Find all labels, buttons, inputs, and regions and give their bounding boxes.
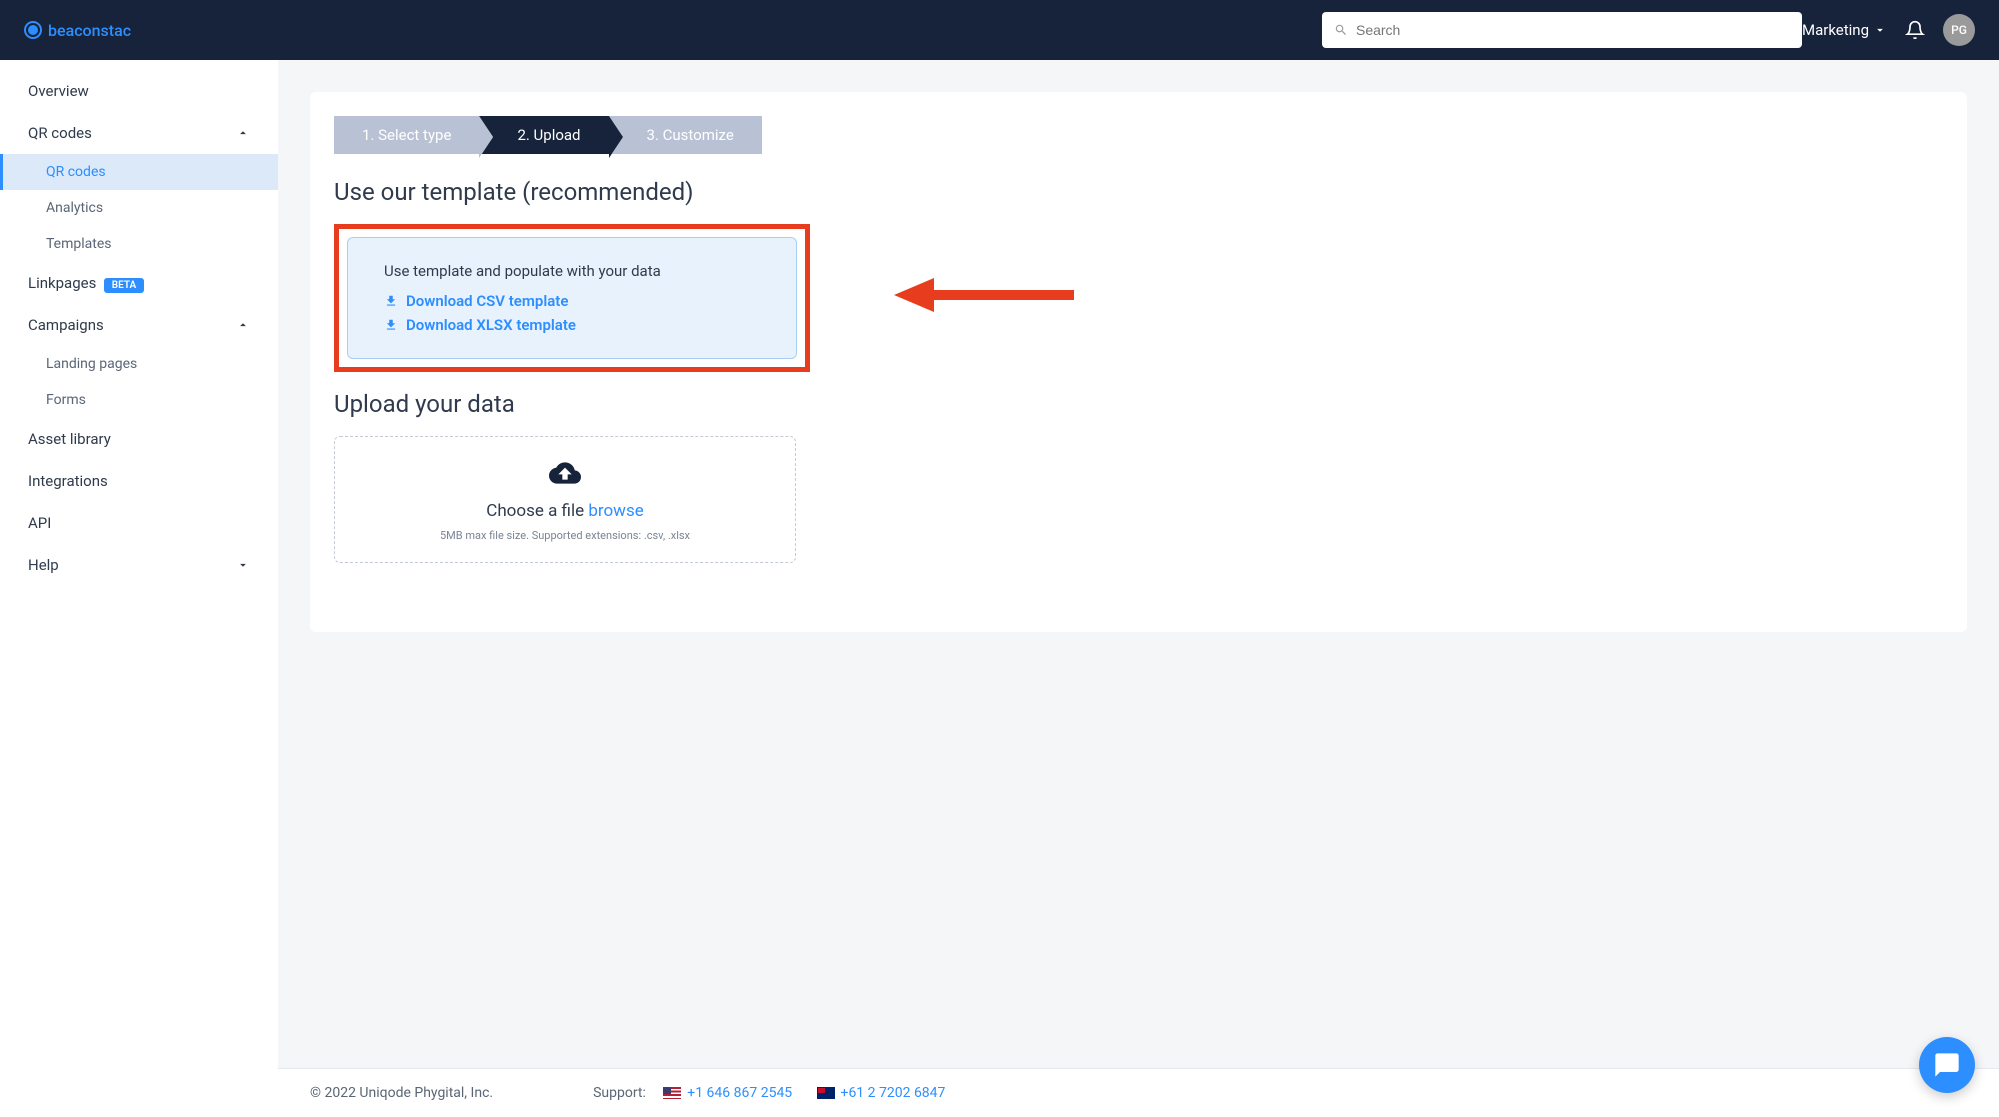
sidebar-item-label: QR codes — [28, 124, 92, 142]
avatar[interactable]: PG — [1943, 14, 1975, 46]
sidebar: Overview QR codes QR codes Analytics Tem… — [0, 60, 278, 1117]
upload-heading: Upload your data — [334, 390, 1943, 418]
sidebar-sub-forms[interactable]: Forms — [0, 382, 278, 418]
chevron-down-icon — [236, 558, 250, 572]
step-upload[interactable]: 2. Upload — [479, 116, 608, 154]
chevron-down-icon — [1873, 23, 1887, 37]
download-icon — [384, 294, 398, 308]
download-xlsx-label: Download XLSX template — [406, 316, 576, 334]
sidebar-item-qrcodes[interactable]: QR codes — [0, 112, 278, 154]
sidebar-item-overview[interactable]: Overview — [0, 70, 278, 112]
chevron-up-icon — [236, 318, 250, 332]
sidebar-item-label: API — [28, 514, 51, 532]
sidebar-sub-templates[interactable]: Templates — [0, 226, 278, 262]
chat-icon — [1933, 1051, 1961, 1079]
annotation-highlight: Use template and populate with your data… — [334, 224, 810, 372]
avatar-initials: PG — [1951, 23, 1967, 37]
template-heading: Use our template (recommended) — [334, 178, 1943, 206]
choose-file-label: Choose a file — [486, 501, 588, 521]
stepper: 1. Select type 2. Upload 3. Customize — [334, 116, 1943, 154]
flag-au-icon — [817, 1087, 835, 1099]
sidebar-item-label: Templates — [46, 236, 112, 252]
sidebar-sub-analytics[interactable]: Analytics — [0, 190, 278, 226]
sidebar-sub-landingpages[interactable]: Landing pages — [0, 346, 278, 382]
template-box: Use template and populate with your data… — [347, 237, 797, 359]
sidebar-item-label: Asset library — [28, 430, 111, 448]
search-input[interactable] — [1356, 22, 1790, 38]
chevron-up-icon — [236, 126, 250, 140]
sidebar-item-api[interactable]: API — [0, 502, 278, 544]
phone-au-link[interactable]: +61 2 7202 6847 — [841, 1085, 946, 1101]
step-customize[interactable]: 3. Customize — [609, 116, 762, 154]
sidebar-item-label: Overview — [28, 82, 89, 100]
main-content: 1. Select type 2. Upload 3. Customize Us… — [278, 60, 1999, 1117]
sidebar-sub-qrcodes[interactable]: QR codes — [0, 154, 278, 190]
step-label: 1. Select type — [362, 126, 451, 144]
browse-link[interactable]: browse — [588, 501, 643, 521]
download-csv-label: Download CSV template — [406, 292, 568, 310]
topbar: beaconstac Marketing PG — [0, 0, 1999, 60]
beta-badge: BETA — [104, 278, 144, 293]
download-csv-link[interactable]: Download CSV template — [384, 292, 760, 310]
sidebar-item-help[interactable]: Help — [0, 544, 278, 586]
cloud-upload-icon — [546, 457, 584, 489]
org-dropdown[interactable]: Marketing — [1802, 21, 1887, 39]
step-label: 2. Upload — [517, 126, 580, 144]
upload-text: Choose a file browse — [355, 501, 775, 521]
download-xlsx-link[interactable]: Download XLSX template — [384, 316, 760, 334]
sidebar-item-label: QR codes — [46, 164, 106, 180]
content-card: 1. Select type 2. Upload 3. Customize Us… — [310, 92, 1967, 632]
sidebar-item-label: Campaigns — [28, 316, 104, 334]
sidebar-item-label: Help — [28, 556, 59, 574]
annotation-arrow-icon — [879, 270, 1079, 320]
sidebar-item-campaigns[interactable]: Campaigns — [0, 304, 278, 346]
upload-hint: 5MB max file size. Supported extensions:… — [355, 529, 775, 542]
sidebar-item-label: Integrations — [28, 472, 108, 490]
download-icon — [384, 318, 398, 332]
sidebar-item-linkpages[interactable]: Linkpages BETA — [0, 262, 278, 304]
search-icon — [1334, 23, 1348, 37]
brand-name: beaconstac — [48, 21, 131, 40]
step-select-type[interactable]: 1. Select type — [334, 116, 479, 154]
footer-support: Support: +1 646 867 2545 +61 2 7202 6847 — [593, 1085, 945, 1101]
upload-dropzone[interactable]: Choose a file browse 5MB max file size. … — [334, 436, 796, 563]
sidebar-item-label: Analytics — [46, 200, 103, 216]
sidebar-item-label: Forms — [46, 392, 86, 408]
org-label: Marketing — [1802, 21, 1869, 39]
search-box[interactable] — [1322, 12, 1802, 48]
brand-logo-icon — [24, 21, 42, 39]
sidebar-item-integrations[interactable]: Integrations — [0, 460, 278, 502]
chat-widget-button[interactable] — [1919, 1037, 1975, 1093]
brand-logo[interactable]: beaconstac — [24, 21, 131, 40]
footer: © 2022 Uniqode Phygital, Inc. Support: +… — [278, 1068, 1999, 1117]
sidebar-item-label: Landing pages — [46, 356, 137, 372]
sidebar-item-label: Linkpages — [28, 274, 96, 292]
sidebar-item-assetlibrary[interactable]: Asset library — [0, 418, 278, 460]
notifications-icon[interactable] — [1905, 20, 1925, 40]
phone-us-link[interactable]: +1 646 867 2545 — [687, 1085, 792, 1101]
flag-us-icon — [663, 1087, 681, 1099]
footer-copyright: © 2022 Uniqode Phygital, Inc. — [310, 1085, 493, 1101]
step-label: 3. Customize — [647, 126, 734, 144]
template-desc: Use template and populate with your data — [384, 262, 760, 280]
support-label: Support: — [593, 1085, 646, 1101]
